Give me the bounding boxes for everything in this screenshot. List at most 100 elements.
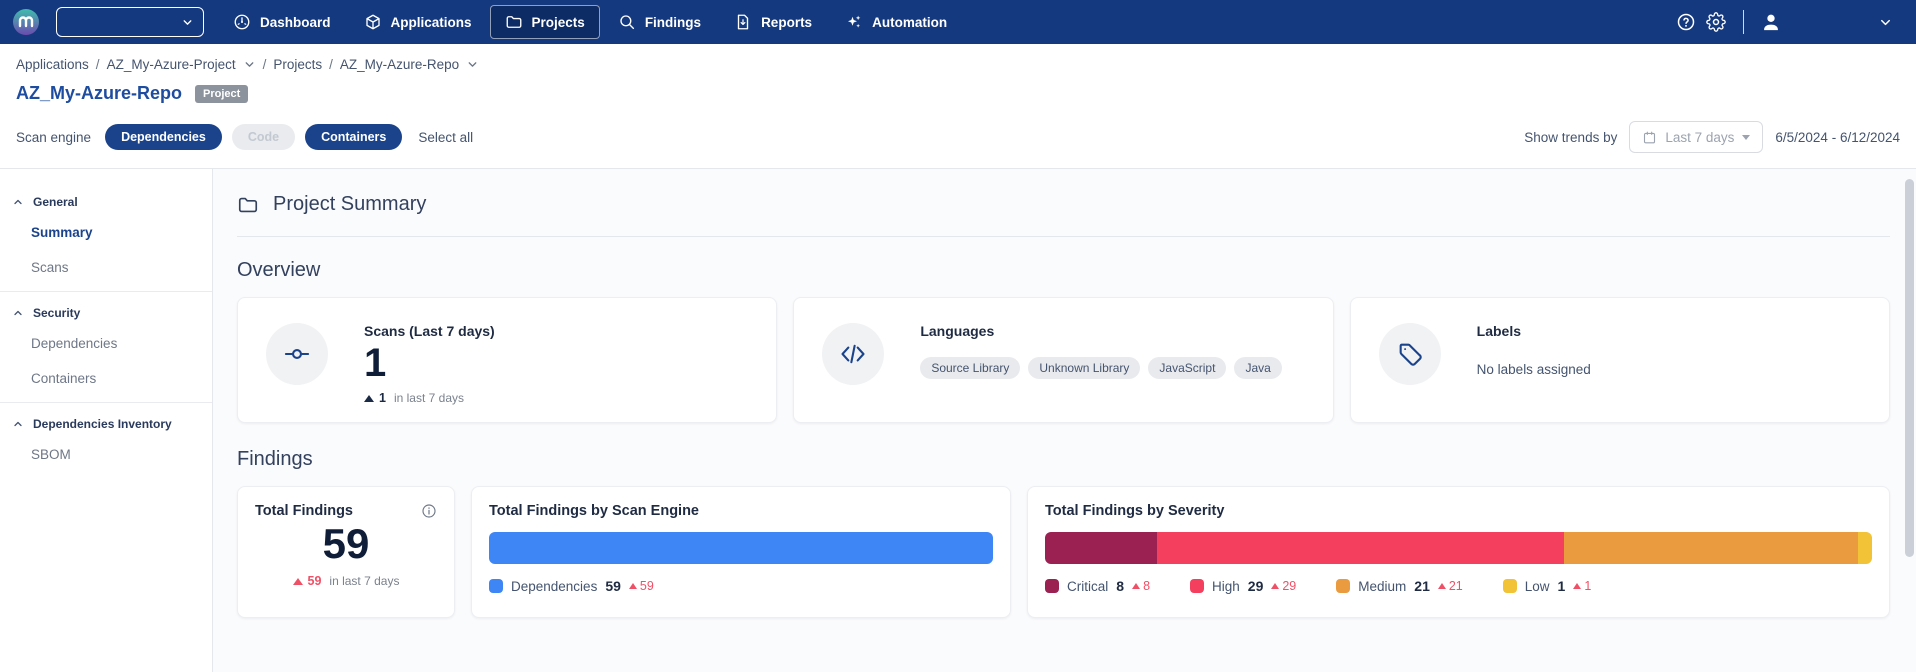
labels-card-title: Labels: [1477, 323, 1591, 339]
sidebar-item-containers[interactable]: Containers: [0, 361, 212, 396]
labels-card: Labels No labels assigned: [1350, 297, 1890, 423]
organization-select[interactable]: [56, 7, 204, 37]
language-tag: JavaScript: [1148, 357, 1226, 379]
legend-delta-value: 59: [640, 579, 654, 593]
nav-label: Automation: [872, 15, 947, 30]
report-icon: [734, 13, 752, 31]
nav-label: Reports: [761, 15, 812, 30]
legend-value: 8: [1116, 578, 1124, 594]
breadcrumb-applications[interactable]: Applications: [16, 57, 89, 72]
code-icon: [839, 340, 867, 368]
sidebar-item-sbom[interactable]: SBOM: [0, 437, 212, 472]
total-findings-title: Total Findings: [255, 503, 353, 519]
chevron-up-icon: [12, 307, 24, 319]
title-row: AZ_My-Azure-Repo Project: [16, 83, 1900, 104]
breadcrumb-separator: /: [263, 57, 267, 72]
language-tag: Unknown Library: [1028, 357, 1140, 379]
findings-by-engine-title: Total Findings by Scan Engine: [489, 503, 993, 519]
language-tag: Source Library: [920, 357, 1020, 379]
legend-label: Dependencies: [511, 579, 597, 594]
nav-item-applications[interactable]: Applications: [349, 5, 487, 39]
nav-item-automation[interactable]: Automation: [830, 5, 962, 39]
account-expand-button[interactable]: [1870, 7, 1900, 37]
legend-label: Low: [1525, 579, 1550, 594]
nav-item-findings[interactable]: Findings: [603, 5, 716, 39]
language-tags: Source Library Unknown Library JavaScrip…: [920, 357, 1281, 379]
help-button[interactable]: [1671, 7, 1701, 37]
user-menu-button[interactable]: [1756, 7, 1786, 37]
scans-card-icon-circle: [266, 323, 328, 385]
legend-item-low: Low 1 1: [1503, 578, 1592, 594]
vertical-scrollbar[interactable]: [1905, 179, 1914, 557]
breadcrumb-application-name[interactable]: AZ_My-Azure-Project: [107, 57, 236, 72]
select-all-link[interactable]: Select all: [418, 130, 473, 145]
sidebar-section-security-header[interactable]: Security: [0, 300, 212, 326]
chevron-up-icon: [12, 196, 24, 208]
top-navbar: Dashboard Applications Projects Findings: [0, 0, 1916, 44]
scans-trend: 1 in last 7 days: [364, 391, 495, 405]
legend-value: 59: [605, 578, 621, 594]
toggle-code: Code: [232, 124, 295, 150]
trend-range-select[interactable]: Last 7 days: [1629, 121, 1763, 153]
nav-label: Projects: [532, 15, 585, 30]
findings-by-engine-card: Total Findings by Scan Engine Dependenci…: [471, 486, 1011, 618]
sidebar-item-scans[interactable]: Scans: [0, 250, 212, 285]
legend-label: Critical: [1067, 579, 1108, 594]
legend-value: 1: [1558, 578, 1566, 594]
nav-item-reports[interactable]: Reports: [719, 5, 827, 39]
sidebar-section-general-header[interactable]: General: [0, 189, 212, 215]
languages-card-title: Languages: [920, 323, 1281, 339]
toggle-dependencies[interactable]: Dependencies: [105, 124, 222, 150]
folder-icon: [237, 194, 259, 216]
trend-range-value: Last 7 days: [1665, 130, 1734, 145]
findings-heading: Findings: [237, 448, 1890, 471]
legend-value: 21: [1414, 578, 1430, 594]
gear-icon: [1706, 12, 1726, 32]
sidebar-section-title: General: [33, 195, 78, 209]
total-findings-card: Total Findings 59 59 in last 7 days: [237, 486, 455, 618]
chevron-down-icon[interactable]: [466, 58, 479, 71]
legend-item-critical: Critical 8 8: [1045, 578, 1150, 594]
bar-segment-dependencies: [489, 532, 993, 564]
legend-swatch: [489, 579, 503, 593]
help-icon: [1676, 12, 1696, 32]
show-trends-label: Show trends by: [1524, 130, 1617, 145]
sidebar-section-title: Security: [33, 306, 80, 320]
tag-icon: [1396, 340, 1424, 368]
sidebar-item-dependencies[interactable]: Dependencies: [0, 326, 212, 361]
bar-segment-low: [1858, 532, 1872, 564]
navbar-divider: [1743, 10, 1744, 34]
sidebar-section-general: General Summary Scans: [0, 181, 212, 292]
labels-card-icon-circle: [1379, 323, 1441, 385]
nav-item-dashboard[interactable]: Dashboard: [218, 5, 346, 39]
legend-delta: 29: [1271, 579, 1296, 593]
findings-by-severity-title: Total Findings by Severity: [1045, 503, 1872, 519]
languages-card-icon-circle: [822, 323, 884, 385]
sidebar-item-summary[interactable]: Summary: [0, 215, 212, 250]
sidebar-section-title: Dependencies Inventory: [33, 417, 172, 431]
language-tag: Java: [1234, 357, 1281, 379]
info-icon[interactable]: [421, 503, 437, 519]
breadcrumb-project-name[interactable]: AZ_My-Azure-Repo: [340, 57, 459, 72]
commit-icon: [283, 340, 311, 368]
chevron-down-icon[interactable]: [243, 58, 256, 71]
settings-button[interactable]: [1701, 7, 1731, 37]
legend-delta: 1: [1573, 579, 1591, 593]
breadcrumb-projects[interactable]: Projects: [273, 57, 322, 72]
severity-bar-chart: [1045, 532, 1872, 564]
trend-up-icon: [629, 583, 637, 589]
bar-segment-critical: [1045, 532, 1157, 564]
nav-item-projects[interactable]: Projects: [490, 5, 600, 39]
legend-value: 29: [1248, 578, 1264, 594]
labels-empty-text: No labels assigned: [1477, 362, 1591, 377]
toggle-containers[interactable]: Containers: [305, 124, 402, 150]
main-navigation: Dashboard Applications Projects Findings: [218, 5, 962, 39]
caret-down-icon: [1742, 135, 1750, 140]
user-icon: [1760, 11, 1782, 33]
scans-card-title: Scans (Last 7 days): [364, 323, 495, 339]
legend-item-medium: Medium 21 21: [1336, 578, 1463, 594]
sidebar-section-dependencies-inventory-header[interactable]: Dependencies Inventory: [0, 411, 212, 437]
findings-cards: Total Findings 59 59 in last 7 days Tot: [237, 486, 1890, 618]
trend-up-icon: [1438, 583, 1446, 589]
legend-label: High: [1212, 579, 1240, 594]
